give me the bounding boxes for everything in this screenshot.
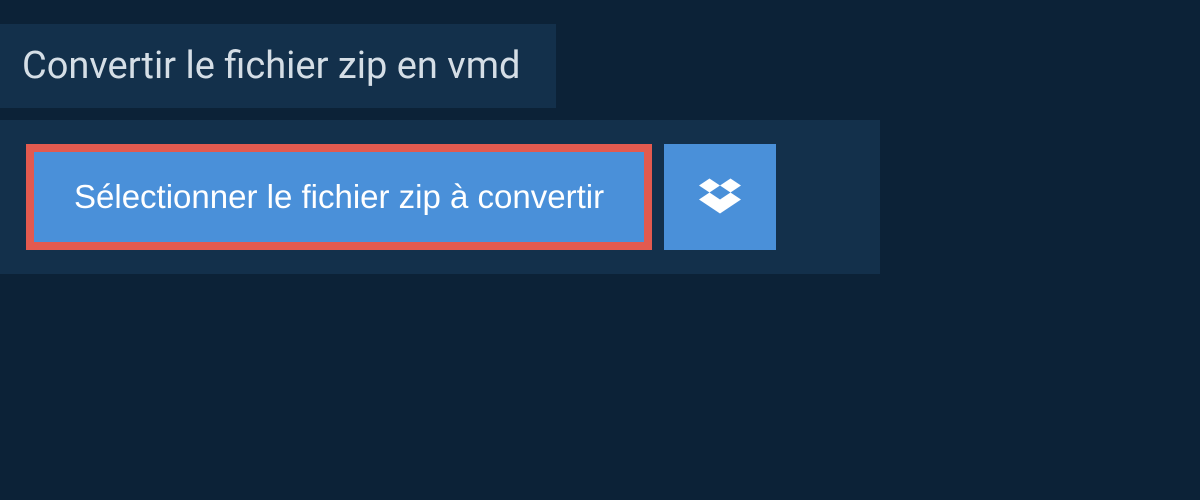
select-file-button-label: Sélectionner le fichier zip à convertir	[74, 178, 604, 216]
page-header-tab: Convertir le fichier zip en vmd	[0, 24, 556, 108]
dropbox-icon	[699, 175, 741, 220]
select-file-button[interactable]: Sélectionner le fichier zip à convertir	[26, 144, 652, 250]
upload-panel: Sélectionner le fichier zip à convertir	[0, 120, 880, 274]
button-row: Sélectionner le fichier zip à convertir	[26, 144, 854, 250]
page-title: Convertir le fichier zip en vmd	[22, 44, 520, 88]
dropbox-button[interactable]	[664, 144, 776, 250]
